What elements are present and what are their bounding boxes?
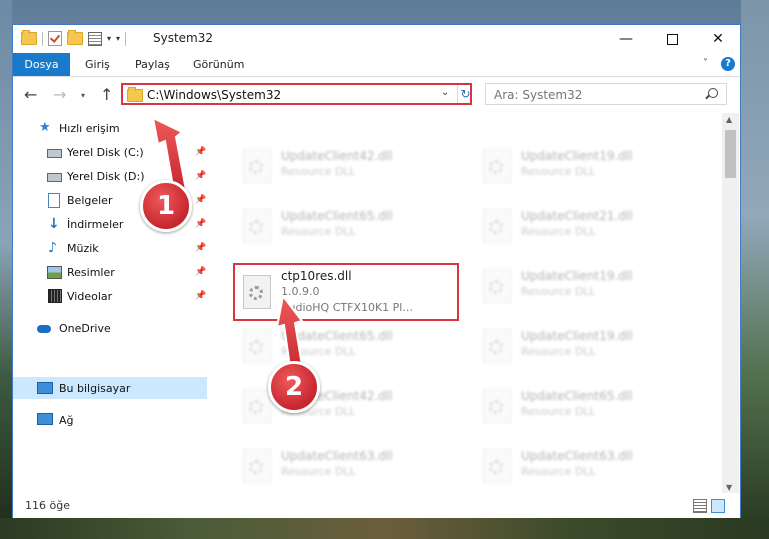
callout-2: 2 xyxy=(268,361,320,413)
callout-1: 1 xyxy=(140,180,192,232)
annotation-arrows xyxy=(151,116,305,376)
